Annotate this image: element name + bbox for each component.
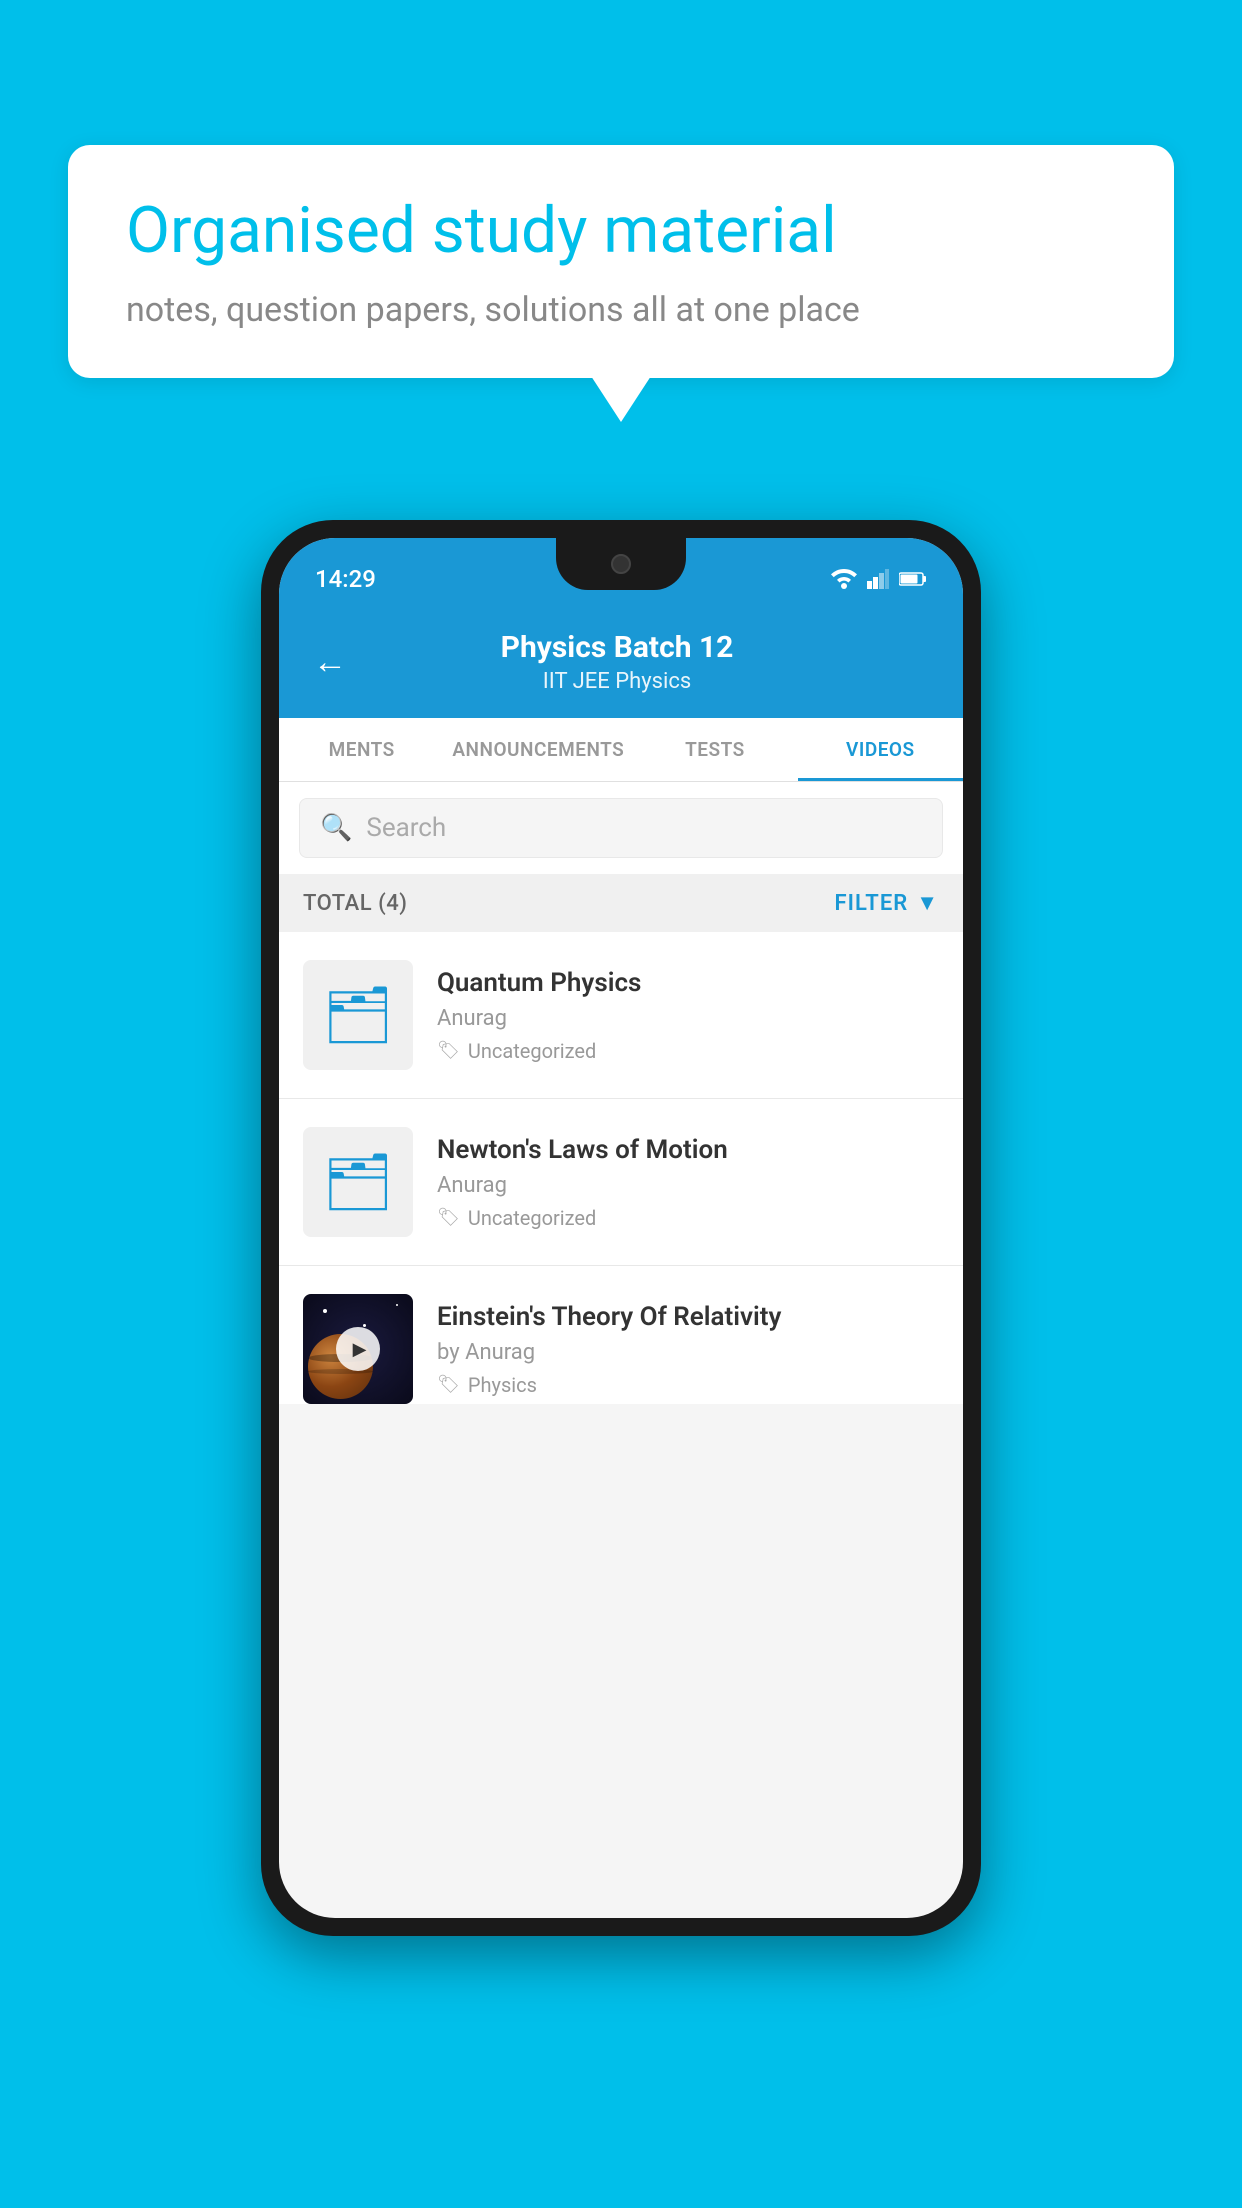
speech-bubble-container: Organised study material notes, question… (68, 145, 1174, 378)
header-subtitle: IIT JEE Physics (371, 669, 863, 694)
video-thumbnail-2: 🗂 (303, 1127, 413, 1237)
video-tag-3: 🏷 Physics (437, 1373, 939, 1397)
video-author-1: Anurag (437, 1006, 939, 1031)
star (363, 1324, 366, 1327)
list-item[interactable]: 🗂 Newton's Laws of Motion Anurag 🏷 Uncat… (279, 1099, 963, 1266)
app-header: ← Physics Batch 12 IIT JEE Physics (279, 610, 963, 718)
list-item[interactable]: ▶ Einstein's Theory Of Relativity by Anu… (279, 1266, 963, 1404)
header-title: Physics Batch 12 (371, 630, 863, 665)
header-title-area: Physics Batch 12 IIT JEE Physics (371, 630, 863, 694)
speech-bubble: Organised study material notes, question… (68, 145, 1174, 378)
video-title-3: Einstein's Theory Of Relativity (437, 1302, 939, 1332)
search-input[interactable]: Search (366, 813, 446, 843)
list-item[interactable]: 🗂 Quantum Physics Anurag 🏷 Uncategorized (279, 932, 963, 1099)
tab-announcements[interactable]: ANNOUNCEMENTS (444, 718, 632, 781)
search-bar[interactable]: 🔍 Search (299, 798, 943, 858)
signal-icon (867, 569, 889, 589)
play-button[interactable]: ▶ (336, 1327, 380, 1371)
video-info-1: Quantum Physics Anurag 🏷 Uncategorized (437, 968, 939, 1063)
file-icon: 🗂 (322, 982, 393, 1048)
video-tag-1: 🏷 Uncategorized (437, 1039, 939, 1063)
search-icon: 🔍 (320, 813, 352, 843)
video-info-2: Newton's Laws of Motion Anurag 🏷 Uncateg… (437, 1135, 939, 1230)
video-title-2: Newton's Laws of Motion (437, 1135, 939, 1165)
total-count: TOTAL (4) (303, 891, 407, 916)
search-container: 🔍 Search (279, 782, 963, 874)
tab-tests[interactable]: TESTS (632, 718, 797, 781)
camera (611, 554, 631, 574)
tab-bar: MENTS ANNOUNCEMENTS TESTS VIDEOS (279, 718, 963, 782)
filter-bar: TOTAL (4) FILTER ▼ (279, 874, 963, 932)
back-button[interactable]: ← (309, 638, 351, 686)
bubble-subtitle: notes, question papers, solutions all at… (126, 290, 1116, 330)
bubble-title: Organised study material (126, 193, 1116, 270)
video-thumbnail-1: 🗂 (303, 960, 413, 1070)
filter-button[interactable]: FILTER ▼ (835, 890, 939, 916)
phone-device: 14:29 (261, 520, 981, 1936)
tab-videos[interactable]: VIDEOS (798, 718, 963, 781)
phone-screen: 14:29 (279, 538, 963, 1918)
battery-icon (899, 571, 927, 587)
status-time: 14:29 (315, 565, 376, 593)
tag-icon-1: 🏷 (437, 1040, 460, 1061)
play-icon: ▶ (353, 1339, 367, 1360)
tab-ments[interactable]: MENTS (279, 718, 444, 781)
video-title-1: Quantum Physics (437, 968, 939, 998)
wifi-icon (831, 569, 857, 589)
star (396, 1304, 398, 1306)
video-author-3: by Anurag (437, 1340, 939, 1365)
video-thumbnail-3: ▶ (303, 1294, 413, 1404)
status-icons (831, 569, 927, 589)
tag-icon-2: 🏷 (437, 1207, 460, 1228)
file-icon: 🗂 (322, 1149, 393, 1215)
video-author-2: Anurag (437, 1173, 939, 1198)
video-info-3: Einstein's Theory Of Relativity by Anura… (437, 1302, 939, 1397)
phone-notch (556, 538, 686, 590)
star (323, 1309, 327, 1313)
filter-icon: ▼ (916, 890, 939, 916)
phone-wrapper: 14:29 (261, 520, 981, 1936)
video-list: 🗂 Quantum Physics Anurag 🏷 Uncategorized (279, 932, 963, 1404)
tag-icon-3: 🏷 (437, 1374, 460, 1395)
video-tag-2: 🏷 Uncategorized (437, 1206, 939, 1230)
